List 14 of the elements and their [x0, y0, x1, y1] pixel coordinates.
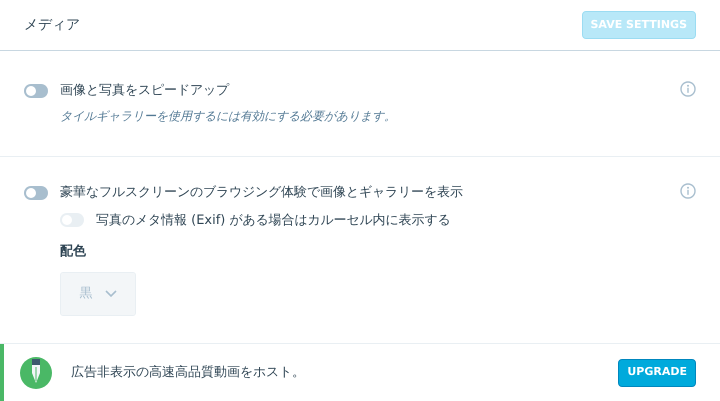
- setting-label: 豪華なフルスクリーンのブラウジング体験で画像とギャラリーを表示: [60, 184, 463, 202]
- field-label: 配色: [60, 243, 87, 261]
- setting-label: 写真のメタ情報 (Exif) がある場合はカルーセル内に表示する: [96, 212, 451, 230]
- upgrade-button[interactable]: UPGRADE: [618, 358, 696, 386]
- setting-description: タイルギャラリーを使用するには有効にする必要があります。: [60, 108, 396, 124]
- chevron-down-icon: [104, 290, 116, 298]
- toggle-switch[interactable]: [24, 186, 48, 200]
- info-icon[interactable]: [680, 81, 696, 97]
- page-title: メディア: [24, 16, 80, 34]
- toggle-switch[interactable]: [24, 84, 48, 98]
- pen-icon: [20, 356, 52, 388]
- info-icon[interactable]: [680, 183, 696, 199]
- banner-text: 広告非表示の高速高品質動画をホスト。: [71, 364, 306, 382]
- setting-label: 画像と写真をスピードアップ: [60, 82, 229, 100]
